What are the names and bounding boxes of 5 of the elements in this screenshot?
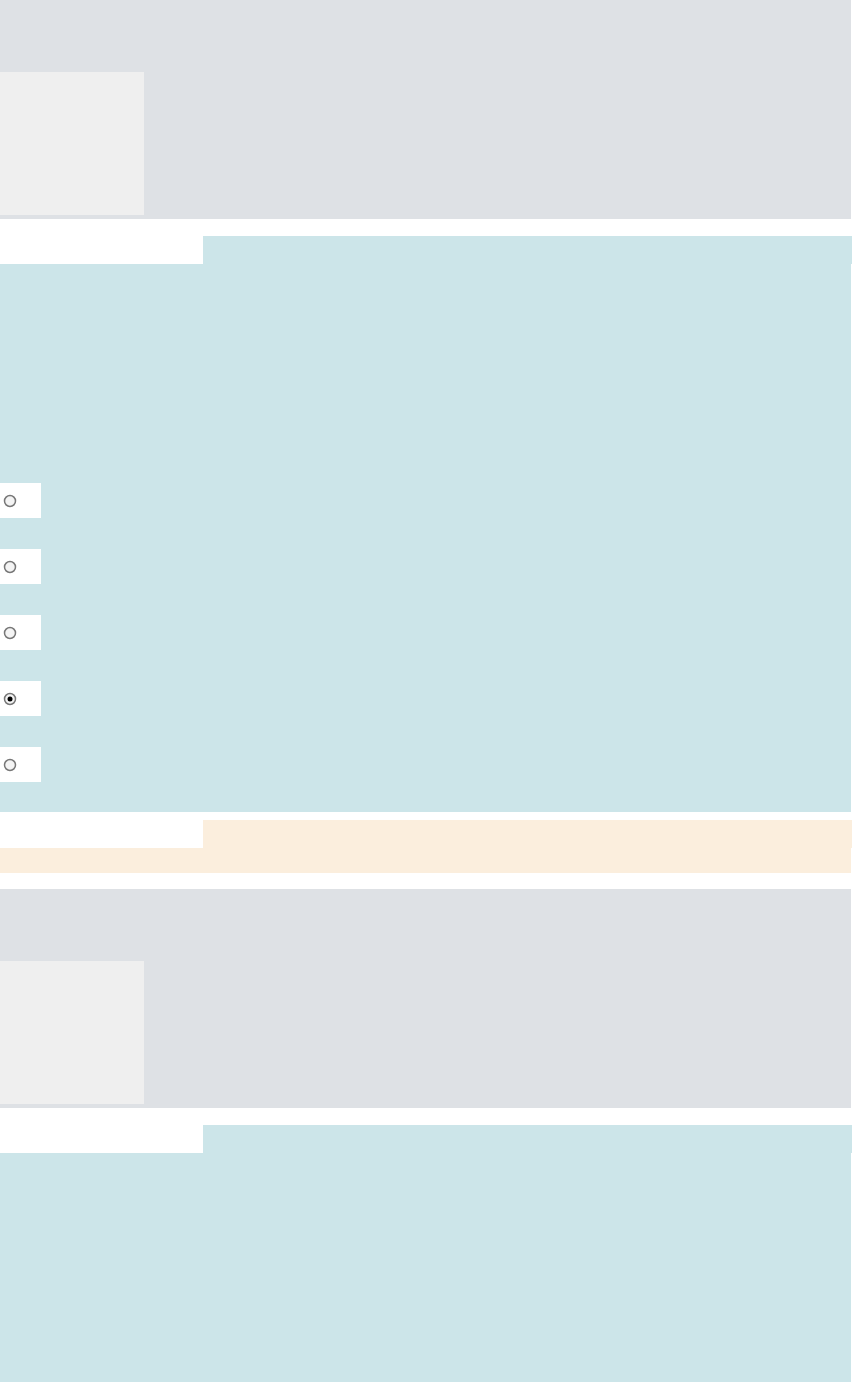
radio-button[interactable] bbox=[3, 493, 17, 508]
radio-button[interactable] bbox=[3, 691, 17, 706]
radio-button[interactable] bbox=[3, 625, 17, 640]
radio-button[interactable] bbox=[3, 757, 17, 772]
radio-button[interactable] bbox=[3, 559, 17, 574]
